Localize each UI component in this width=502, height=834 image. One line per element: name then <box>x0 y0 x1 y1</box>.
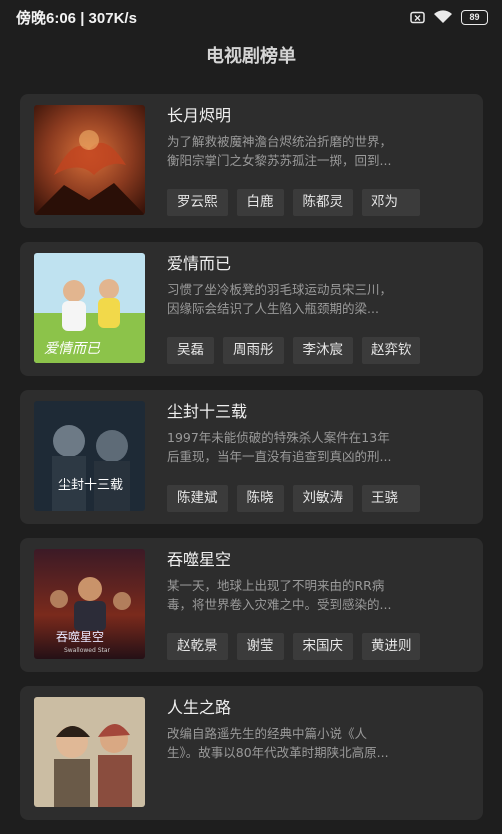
show-description: 1997年未能侦破的特殊杀人案件在13年 后重现，当年一直没有追查到真凶的刑..… <box>167 428 467 466</box>
desc-line: 衡阳宗掌门之女黎苏苏孤注一掷，回到... <box>167 153 392 168</box>
show-description: 为了解救被魔神澹台烬统治折磨的世界， 衡阳宗掌门之女黎苏苏孤注一掷，回到... <box>167 132 467 170</box>
desc-line: 为了解救被魔神澹台烬统治折磨的世界， <box>167 134 393 149</box>
show-description: 习惯了坐冷板凳的羽毛球运动员宋三川， 因缘际会结识了人生陷入瓶颈期的梁... <box>167 280 467 318</box>
cast-chip[interactable]: 陈晓 <box>236 485 284 512</box>
poster-caption: 尘封十三载 <box>58 478 123 493</box>
show-info: 人生之路 改编自路遥先生的经典中篇小说《人 生》。故事以80年代改革时期陕北高原… <box>167 696 483 762</box>
show-card[interactable]: 尘封十三载 尘封十三载 1997年未能侦破的特殊杀人案件在13年 后重现，当年一… <box>20 390 483 524</box>
cast-chip[interactable]: 王骁 <box>362 485 420 512</box>
show-info: 爱情而已 习惯了坐冷板凳的羽毛球运动员宋三川， 因缘际会结识了人生陷入瓶颈期的梁… <box>167 252 483 318</box>
desc-line: 改编自路遥先生的经典中篇小说《人 <box>167 726 368 741</box>
poster-subcaption: Swallowed Star <box>64 647 111 654</box>
desc-line: 毒，将世界卷入灾难之中。受到感染的... <box>167 597 392 612</box>
desc-line: 1997年未能侦破的特殊杀人案件在13年 <box>167 430 390 445</box>
show-title[interactable]: 吞噬星空 <box>167 548 483 572</box>
cast-chip[interactable]: 赵弈钦 <box>362 337 420 364</box>
cast-chip[interactable]: 谢莹 <box>236 633 284 660</box>
show-info: 尘封十三载 1997年未能侦破的特殊杀人案件在13年 后重现，当年一直没有追查到… <box>167 400 483 466</box>
battery-icon: 89 <box>461 9 488 25</box>
show-card[interactable]: 长月烬明 为了解救被魔神澹台烬统治折磨的世界， 衡阳宗掌门之女黎苏苏孤注一掷，回… <box>20 94 483 228</box>
show-description: 某一天，地球上出现了不明来由的RR病 毒，将世界卷入灾难之中。受到感染的... <box>167 576 467 614</box>
show-description: 改编自路遥先生的经典中篇小说《人 生》。故事以80年代改革时期陕北高原... <box>167 724 467 762</box>
page-title: 电视剧榜单 <box>206 46 296 67</box>
show-title[interactable]: 爱情而已 <box>167 252 483 276</box>
cast-chip[interactable]: 黄进则 <box>362 633 420 660</box>
status-icons: 89 <box>410 9 488 25</box>
show-card[interactable]: 吞噬星空 Swallowed Star 吞噬星空 某一天，地球上出现了不明来由的… <box>20 538 483 672</box>
show-poster[interactable] <box>34 697 145 807</box>
cast-list: 吴磊 周雨彤 李沐宸 赵弈钦 <box>167 337 420 364</box>
cast-chip[interactable]: 李沐宸 <box>292 337 353 364</box>
cast-chip[interactable]: 刘敏涛 <box>292 485 353 512</box>
show-card[interactable]: 爱情而已 爱情而已 习惯了坐冷板凳的羽毛球运动员宋三川， 因缘际会结识了人生陷入… <box>20 242 483 376</box>
cast-list: 陈建斌 陈晓 刘敏涛 王骁 <box>167 485 420 512</box>
desc-line: 某一天，地球上出现了不明来由的RR病 <box>167 578 385 593</box>
desc-line: 习惯了坐冷板凳的羽毛球运动员宋三川， <box>167 282 393 297</box>
desc-line: 后重现，当年一直没有追查到真凶的刑... <box>167 449 392 464</box>
show-poster[interactable]: 尘封十三载 <box>34 401 145 511</box>
desc-line: 生》。故事以80年代改革时期陕北高原... <box>167 745 389 760</box>
show-title[interactable]: 长月烬明 <box>167 104 483 128</box>
show-poster[interactable]: 吞噬星空 Swallowed Star <box>34 549 145 659</box>
cast-chip[interactable]: 吴磊 <box>167 337 214 364</box>
poster-caption: 爱情而已 <box>44 341 101 357</box>
show-title[interactable]: 人生之路 <box>167 696 483 720</box>
show-card[interactable]: 人生之路 改编自路遥先生的经典中篇小说《人 生》。故事以80年代改革时期陕北高原… <box>20 686 483 820</box>
show-poster[interactable] <box>34 105 145 215</box>
cast-chip[interactable]: 周雨彤 <box>223 337 284 364</box>
cast-chip[interactable]: 邓为 <box>362 189 420 216</box>
cast-chip[interactable]: 赵乾景 <box>167 633 228 660</box>
cast-chip[interactable]: 陈都灵 <box>292 189 353 216</box>
show-info: 长月烬明 为了解救被魔神澹台烬统治折磨的世界， 衡阳宗掌门之女黎苏苏孤注一掷，回… <box>167 104 483 170</box>
wifi-icon <box>434 10 452 23</box>
poster-caption: 吞噬星空 <box>56 629 104 644</box>
cast-chip[interactable]: 陈建斌 <box>167 485 228 512</box>
cast-list: 赵乾景 谢莹 宋国庆 黄进则 <box>167 633 420 660</box>
show-poster[interactable]: 爱情而已 <box>34 253 145 363</box>
status-bar: 傍晚6:06 | 307K/s 89 <box>0 0 502 34</box>
sim-off-icon <box>410 11 425 23</box>
desc-line: 因缘际会结识了人生陷入瓶颈期的梁... <box>167 301 379 316</box>
cast-list: 罗云熙 白鹿 陈都灵 邓为 <box>167 189 420 216</box>
cast-chip[interactable]: 白鹿 <box>236 189 284 216</box>
show-title[interactable]: 尘封十三载 <box>167 400 483 424</box>
battery-level: 89 <box>469 11 480 22</box>
show-info: 吞噬星空 某一天，地球上出现了不明来由的RR病 毒，将世界卷入灾难之中。受到感染… <box>167 548 483 614</box>
status-time: 傍晚6:06 | 307K/s <box>16 9 137 27</box>
show-list[interactable]: 长月烬明 为了解救被魔神澹台烬统治折磨的世界， 衡阳宗掌门之女黎苏苏孤注一掷，回… <box>20 94 483 834</box>
cast-chip[interactable]: 罗云熙 <box>167 189 228 216</box>
cast-chip[interactable]: 宋国庆 <box>292 633 353 660</box>
